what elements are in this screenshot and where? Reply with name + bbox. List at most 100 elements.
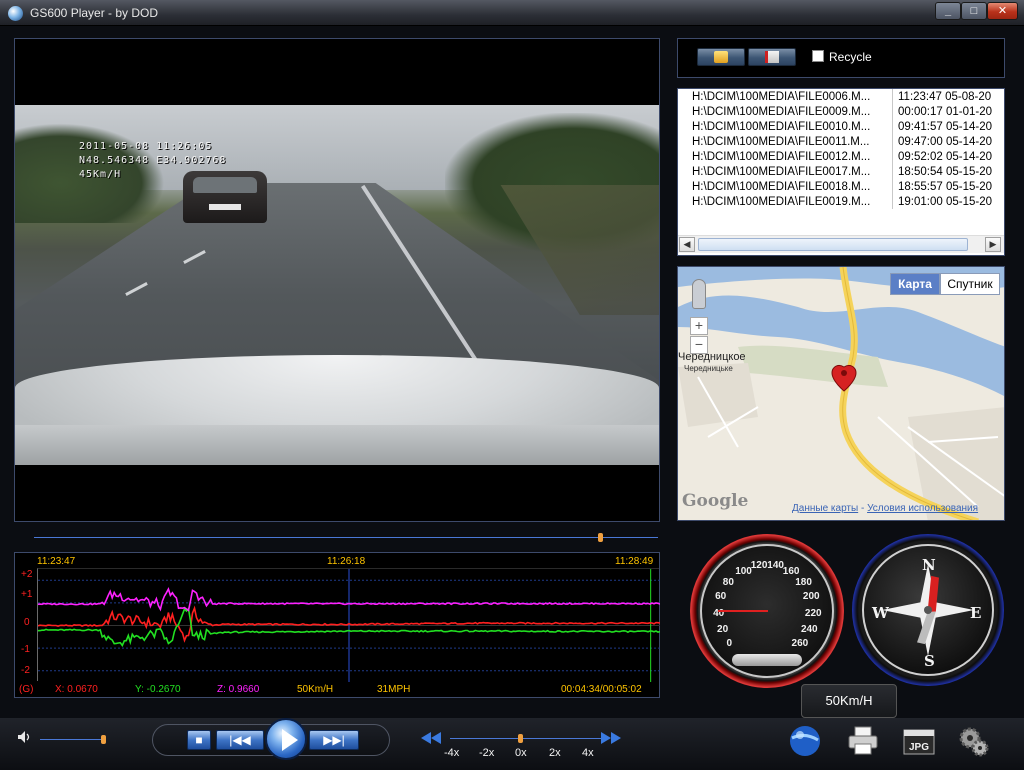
scroll-right-button[interactable]: ▶ [985, 237, 1001, 252]
stop-button[interactable]: ■ [187, 730, 211, 750]
graph-lines [38, 569, 660, 682]
next-button[interactable]: ▶▶| [309, 730, 359, 750]
volume-icon[interactable] [18, 731, 32, 743]
video-frame: 2011-05-08 11:26:05 N48.546348 E34.90276… [15, 105, 659, 465]
graph-y-tick: +2 [21, 569, 33, 580]
graph-g-label: (G) [19, 684, 34, 695]
map-panel[interactable]: Карта Спутник + − Чередницкое Чередницьк… [677, 266, 1005, 521]
scroll-left-button[interactable]: ◀ [679, 237, 695, 252]
window-title: GS600 Player - by DOD [30, 6, 159, 20]
file-list-scrollbar[interactable]: ◀ ▶ [678, 235, 1004, 253]
seek-bar[interactable] [34, 537, 658, 538]
open-folder-button[interactable] [697, 48, 745, 66]
graph-position: 00:04:34/00:05:02 [561, 684, 642, 695]
file-time: 18:50:54 05-15-20 [898, 166, 992, 178]
satellite-view-button[interactable]: Спутник [940, 273, 1000, 295]
scroll-thumb[interactable] [698, 238, 968, 251]
file-list-row[interactable]: H:\DCIM\100MEDIA\FILE0011.M... 09:47:00 0… [678, 136, 1004, 151]
rate-label: 4x [582, 747, 594, 759]
maximize-button[interactable]: □ [961, 2, 987, 20]
map-zoom-in-button[interactable]: + [690, 317, 708, 335]
speedometer-tick-label: 100 [735, 565, 752, 577]
delete-file-icon [765, 51, 779, 63]
map-data-link[interactable]: Данные карты [792, 503, 858, 514]
rate-label: -4x [444, 747, 460, 759]
svg-text:JPG: JPG [909, 742, 929, 753]
compass-north: N [922, 556, 936, 574]
graph-time-mid: 11:26:18 [327, 556, 366, 567]
previous-button[interactable]: |◀◀ [216, 730, 264, 750]
file-list-row[interactable]: H:\DCIM\100MEDIA\FILE0010.M... 09:41:57 0… [678, 121, 1004, 136]
rewind-icon[interactable] [420, 732, 442, 744]
playback-rate-slider[interactable] [450, 738, 602, 739]
graph-x-value: X: 0.0670 [55, 684, 98, 695]
speedometer-tick-label: 20 [717, 623, 729, 635]
recycle-checkbox[interactable] [812, 50, 824, 62]
osd-speed: 45Km/H [79, 169, 122, 180]
file-list-row[interactable]: H:\DCIM\100MEDIA\FILE0012.M... 09:52:02 0… [678, 151, 1004, 166]
graph-y-value: Y: -0.2670 [135, 684, 181, 695]
speedometer-tick-label: 60 [715, 591, 727, 603]
open-folder-icon [714, 51, 728, 63]
map-place-label-ua: Чередницьке [684, 364, 733, 373]
settings-gear-icon[interactable] [956, 724, 990, 758]
file-list-row[interactable]: H:\DCIM\100MEDIA\FILE0009.M... 00:00:17 0… [678, 106, 1004, 121]
compass-south: S [924, 652, 935, 670]
file-list-row[interactable]: H:\DCIM\100MEDIA\FILE0019.M... 19:01:00 0… [678, 196, 1004, 211]
google-earth-icon[interactable] [788, 724, 822, 758]
map-terms-link[interactable]: Условия использования [867, 503, 978, 514]
speed-readout: 50Km/H [801, 684, 897, 718]
playback-rate-thumb[interactable] [518, 734, 523, 743]
speedometer-needle [718, 610, 768, 612]
printer-icon[interactable] [846, 724, 880, 758]
graph-y-tick: -2 [21, 665, 30, 676]
seek-thumb[interactable] [597, 533, 603, 542]
graph-plot-area[interactable] [37, 568, 660, 682]
speedometer-tick-label: 120 [750, 559, 768, 571]
file-time: 11:23:47 05-08-20 [898, 91, 992, 103]
file-list-row[interactable]: H:\DCIM\100MEDIA\FILE0017.M... 18:50:54 0… [678, 166, 1004, 181]
video-hood-front [15, 425, 659, 465]
video-car-ahead [183, 171, 267, 223]
minimize-button[interactable]: _ [935, 2, 961, 20]
file-list-row[interactable]: H:\DCIM\100MEDIA\FILE0006.M... 11:23:47 0… [678, 91, 1004, 106]
speedometer-tick-label: 140 [767, 559, 784, 571]
play-button[interactable] [265, 718, 307, 760]
close-button[interactable]: ✕ [987, 2, 1018, 20]
file-name: H:\DCIM\100MEDIA\FILE0009.M... [692, 106, 871, 118]
file-list[interactable]: H:\DCIM\100MEDIA\FILE0006.M... 11:23:47 0… [677, 88, 1005, 256]
street-view-pegman-icon[interactable] [692, 279, 706, 309]
jpg-snapshot-icon[interactable]: JPG [902, 724, 936, 758]
osd-datetime: 2011-05-08 11:26:05 [79, 141, 213, 152]
speedometer-base [732, 654, 802, 666]
graph-y-tick: +1 [21, 589, 33, 600]
rate-label: 2x [549, 747, 561, 759]
rate-label: 0x [515, 747, 527, 759]
rate-label: -2x [479, 747, 495, 759]
recycle-label: Recycle [829, 50, 872, 64]
speedometer-tick-label: 220 [804, 607, 822, 619]
video-panel[interactable]: 2011-05-08 11:26:05 N48.546348 E34.90276… [14, 38, 660, 522]
volume-thumb[interactable] [100, 735, 106, 744]
graph-time-end: 11:28:49 [615, 556, 654, 567]
delete-file-button[interactable] [748, 48, 796, 66]
file-name: H:\DCIM\100MEDIA\FILE0011.M... [692, 136, 870, 148]
speedometer-tick-label: 200 [802, 591, 820, 603]
file-name: H:\DCIM\100MEDIA\FILE0010.M... [692, 121, 871, 133]
graph-speed-kmh: 50Km/H [297, 684, 334, 695]
map-view-button[interactable]: Карта [890, 273, 940, 295]
graph-y-tick: -1 [21, 644, 30, 655]
file-name: H:\DCIM\100MEDIA\FILE0019.M... [692, 196, 871, 208]
map-canvas [678, 267, 1004, 520]
fast-forward-icon[interactable] [600, 732, 622, 744]
map-credit-separator: - [858, 503, 868, 514]
graph-speed-mph: 31MPH [377, 684, 411, 695]
graph-time-start: 11:23:47 [37, 556, 76, 567]
play-icon [282, 729, 298, 751]
file-list-row[interactable]: H:\DCIM\100MEDIA\FILE0018.M... 18:55:57 0… [678, 181, 1004, 196]
gsensor-graph: 11:23:47 11:26:18 11:28:49 +2 +1 0 -1 -2… [14, 552, 660, 698]
speedometer-tick-label: 160 [782, 565, 800, 577]
app-window: GS600 Player - by DOD _ □ ✕ 2011-05-08 1… [0, 0, 1024, 770]
volume-slider[interactable] [40, 739, 106, 740]
speedometer-tick-label: 180 [795, 576, 812, 588]
